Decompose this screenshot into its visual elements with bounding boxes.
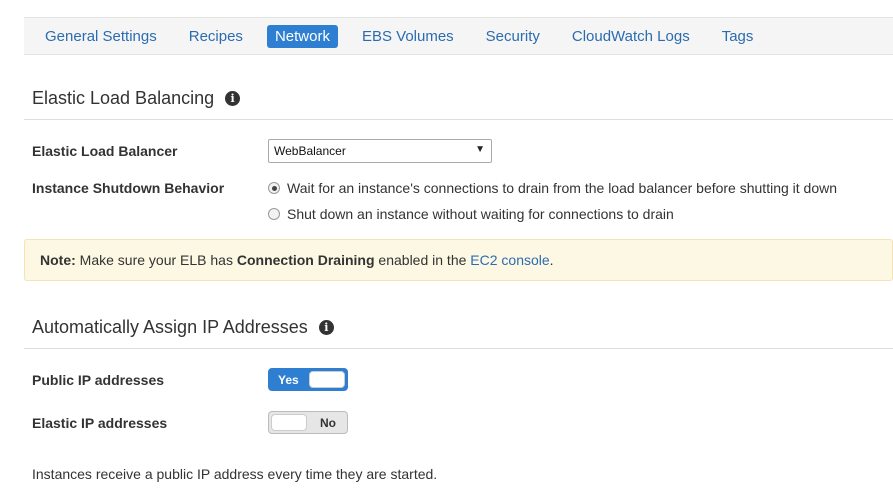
public-ip-label: Public IP addresses [32, 372, 165, 388]
divider [24, 348, 893, 349]
toggle-knob [271, 414, 307, 431]
tab-recipes[interactable]: Recipes [181, 25, 251, 48]
radio-button[interactable] [268, 208, 280, 220]
radio-wait-label: Wait for an instance's connections to dr… [287, 180, 838, 196]
elastic-ip-label: Elastic IP addresses [32, 415, 168, 431]
elastic-ip-toggle[interactable]: No [268, 411, 348, 434]
shutdown-behavior-label: Instance Shutdown Behavior [32, 180, 225, 196]
tab-general-settings[interactable]: General Settings [37, 25, 165, 48]
public-ip-toggle-text: Yes [278, 373, 299, 387]
dropdown-arrow-icon: ▼ [475, 144, 485, 155]
ip-section-title: Automatically Assign IP Addresses i [32, 317, 334, 338]
radio-button-checked[interactable] [268, 182, 280, 194]
note-suffix: . [549, 252, 554, 268]
info-icon[interactable]: i [318, 320, 334, 335]
public-ip-toggle[interactable]: Yes [268, 368, 348, 391]
tab-cloudwatch-logs[interactable]: CloudWatch Logs [564, 25, 698, 48]
tab-security[interactable]: Security [478, 25, 548, 48]
radio-shutdown-label: Shut down an instance without waiting fo… [287, 206, 674, 222]
info-icon[interactable]: i [225, 91, 241, 106]
elb-section-title-text: Elastic Load Balancing [32, 88, 215, 108]
ip-section-title-text: Automatically Assign IP Addresses [32, 317, 308, 337]
note-bold: Connection Draining [236, 252, 375, 268]
tab-tags[interactable]: Tags [714, 25, 762, 48]
elastic-ip-toggle-text: No [320, 416, 336, 430]
public-ip-help-text: Instances receive a public IP address ev… [32, 466, 438, 482]
divider [24, 119, 893, 120]
radio-wait-for-drain[interactable]: Wait for an instance's connections to dr… [268, 180, 837, 196]
ec2-console-link[interactable]: EC2 console [470, 252, 549, 268]
tab-ebs-volumes[interactable]: EBS Volumes [354, 25, 462, 48]
elb-section-title: Elastic Load Balancing i [32, 88, 241, 109]
elb-label: Elastic Load Balancer [32, 143, 178, 159]
note-text-2: enabled in the [374, 252, 471, 268]
note-text-1: Make sure your ELB has [75, 252, 237, 268]
radio-shutdown-immediately[interactable]: Shut down an instance without waiting fo… [268, 206, 674, 222]
elb-select[interactable]: WebBalancer ▼ [268, 139, 492, 163]
tab-network[interactable]: Network [266, 24, 338, 48]
toggle-knob [309, 371, 345, 388]
note-box: Note: Make sure your ELB has Connection … [24, 239, 893, 281]
elb-select-value: WebBalancer [274, 144, 346, 158]
settings-tab-bar: General Settings Recipes Network EBS Vol… [24, 17, 893, 55]
note-prefix: Note: [40, 252, 76, 268]
